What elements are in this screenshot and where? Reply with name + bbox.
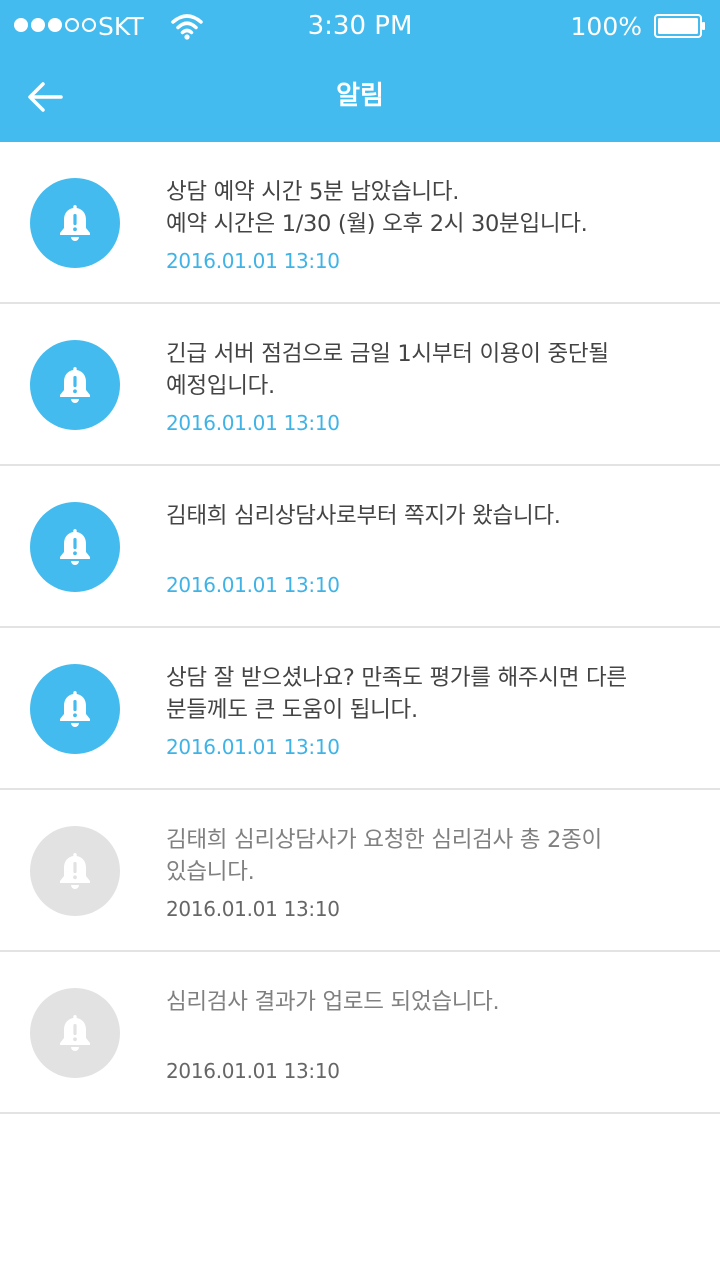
message-line: 있습니다. [166,859,255,885]
message-line: 김태희 심리상담사가 요청한 심리검사 총 2종이 [166,827,602,853]
bell-alert-icon [30,502,120,592]
message-line: 심리검사 결과가 업로드 되었습니다. [166,989,500,1015]
page-title: 알림 [336,81,384,111]
bell-alert-icon [30,178,120,268]
message-line: 상담 잘 받으셨나요? 만족도 평가를 해주시면 다른 [166,665,627,691]
message-line: 김태희 심리상담사로부터 쪽지가 왔습니다. [166,503,561,529]
notification-list: 상담 예약 시간 5분 남았습니다. 예약 시간은 1/30 (월) 오후 2시 … [0,142,720,1114]
nav-bar: 알림 [0,52,720,142]
notification-message: 심리검사 결과가 업로드 되었습니다. [166,986,696,1018]
notification-item[interactable]: 김태희 심리상담사로부터 쪽지가 왔습니다. 2016.01.01 13:10 [0,466,720,628]
battery-icon [654,14,705,38]
notification-date: 2016.01.01 13:10 [166,1059,340,1083]
battery-percent: 100% [570,12,642,41]
notification-item[interactable]: 긴급 서버 점검으로 금일 1시부터 이용이 중단될예정입니다. 2016.01.… [0,304,720,466]
notification-item[interactable]: 상담 예약 시간 5분 남았습니다. 예약 시간은 1/30 (월) 오후 2시 … [0,142,720,304]
status-bar: SKT 3:30 PM 100% [0,0,720,52]
wifi-icon [171,14,203,40]
notification-message: 김태희 심리상담사가 요청한 심리검사 총 2종이있습니다. [166,824,696,888]
status-time: 3:30 PM [307,11,413,41]
arrow-left-icon [28,82,63,112]
notification-date: 2016.01.01 13:10 [166,249,340,273]
notification-date: 2016.01.01 13:10 [166,897,340,921]
notification-message: 긴급 서버 점검으로 금일 1시부터 이용이 중단될예정입니다. [166,338,696,402]
message-line: 긴급 서버 점검으로 금일 1시부터 이용이 중단될 [166,341,609,367]
notification-item[interactable]: 김태희 심리상담사가 요청한 심리검사 총 2종이있습니다. 2016.01.01… [0,790,720,952]
app-header: SKT 3:30 PM 100% 알림 [0,0,720,142]
message-line: 예정입니다. [166,373,275,399]
message-line: 예약 시간은 1/30 (월) 오후 2시 30분입니다. [166,211,588,237]
bell-alert-icon [30,340,120,430]
notification-item[interactable]: 상담 잘 받으셨나요? 만족도 평가를 해주시면 다른분들께도 큰 도움이 됩니… [0,628,720,790]
message-line: 분들께도 큰 도움이 됩니다. [166,697,418,723]
bell-alert-icon [30,988,120,1078]
message-line: 상담 예약 시간 5분 남았습니다. [166,179,460,205]
notification-date: 2016.01.01 13:10 [166,573,340,597]
notification-message: 상담 잘 받으셨나요? 만족도 평가를 해주시면 다른분들께도 큰 도움이 됩니… [166,662,696,726]
notification-date: 2016.01.01 13:10 [166,411,340,435]
notification-message: 상담 예약 시간 5분 남았습니다. 예약 시간은 1/30 (월) 오후 2시 … [166,176,696,240]
notification-message: 김태희 심리상담사로부터 쪽지가 왔습니다. [166,500,696,532]
bell-alert-icon [30,664,120,754]
notification-date: 2016.01.01 13:10 [166,735,340,759]
carrier-name: SKT [98,12,144,41]
notification-item[interactable]: 심리검사 결과가 업로드 되었습니다. 2016.01.01 13:10 [0,952,720,1114]
back-button[interactable] [22,74,68,120]
bell-alert-icon [30,826,120,916]
signal-dots-icon [14,18,96,32]
